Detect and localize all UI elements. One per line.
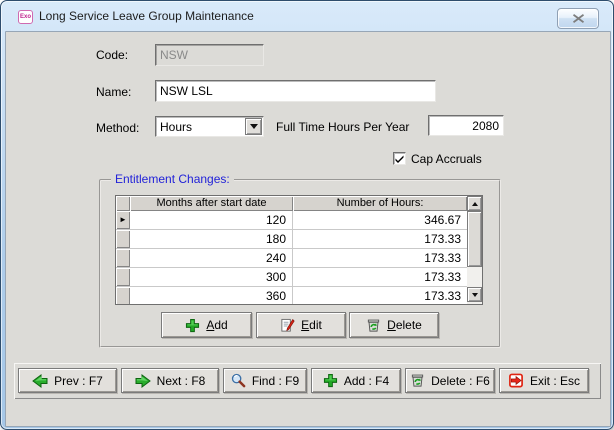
hours-column-header[interactable]: Number of Hours:	[293, 196, 467, 211]
scroll-up-button[interactable]	[467, 196, 482, 211]
scroll-down-button[interactable]	[467, 287, 482, 302]
toolbar-delete-button-label: Delete : F6	[431, 373, 490, 388]
cell-number-of-hours[interactable]: 346.67	[293, 211, 467, 229]
indicator-column-header	[116, 196, 130, 211]
find-button[interactable]: Find : F9	[223, 368, 307, 393]
cell-months-after-start[interactable]: 180	[130, 230, 293, 248]
exit-button[interactable]: Exit : Esc	[499, 368, 589, 393]
full-time-hours-label: Full Time Hours Per Year	[276, 120, 410, 134]
scrollbar-thumb[interactable]	[467, 211, 482, 267]
method-dropdown-button[interactable]	[245, 118, 262, 135]
row-indicator	[116, 249, 130, 267]
table-row[interactable]: 240 173.33	[116, 249, 482, 268]
name-field[interactable]: NSW LSL	[155, 80, 436, 102]
method-label: Method:	[96, 121, 140, 135]
cell-number-of-hours[interactable]: 173.33	[293, 249, 467, 267]
prev-button-label: Prev : F7	[54, 373, 103, 388]
toolbar-add-button-label: Add : F4	[343, 373, 390, 388]
close-button[interactable]	[557, 8, 599, 29]
row-indicator	[116, 268, 130, 286]
close-icon	[572, 14, 584, 23]
chevron-down-icon	[249, 124, 258, 129]
row-indicator	[116, 230, 130, 248]
next-button[interactable]: Next : F8	[121, 368, 219, 393]
cell-number-of-hours[interactable]: 173.33	[293, 287, 467, 304]
cell-number-of-hours[interactable]: 173.33	[293, 268, 467, 286]
cell-months-after-start[interactable]: 240	[130, 249, 293, 267]
edit-button-label: Edit	[301, 318, 322, 332]
find-button-label: Find : F9	[251, 373, 300, 388]
edit-icon	[281, 318, 295, 332]
window-title: Long Service Leave Group Maintenance	[39, 9, 254, 23]
scroll-down-icon	[471, 292, 478, 297]
plus-icon	[323, 373, 337, 388]
entitlement-table-body: ► 120 346.67 180 173.33 240 173.33 300 173.33 360…	[116, 211, 482, 304]
entitlement-table[interactable]: Months after start date Number of Hours:…	[115, 195, 483, 305]
table-scrollbar[interactable]	[467, 196, 482, 304]
current-row-indicator: ►	[116, 211, 130, 229]
arrow-left-icon	[32, 373, 48, 388]
method-value: Hours	[160, 120, 193, 134]
entitlement-group-label: Entitlement Changes:	[111, 172, 234, 186]
code-label: Code:	[96, 48, 129, 62]
next-button-label: Next : F8	[156, 373, 206, 388]
add-button-label: Add	[206, 318, 228, 332]
months-column-header[interactable]: Months after start date	[130, 196, 293, 211]
edit-button[interactable]: Edit	[256, 312, 346, 338]
method-dropdown[interactable]: Hours	[155, 116, 264, 137]
add-button[interactable]: Add	[161, 312, 252, 338]
row-indicator	[116, 287, 130, 304]
exit-button-label: Exit : Esc	[529, 373, 580, 388]
exit-icon	[509, 373, 523, 388]
cell-months-after-start[interactable]: 120	[130, 211, 293, 229]
toolbar-delete-button[interactable]: Delete : F6	[405, 368, 495, 393]
table-row[interactable]: 360 173.33	[116, 287, 482, 304]
table-header-row: Months after start date Number of Hours:	[116, 196, 482, 211]
cell-months-after-start[interactable]: 360	[130, 287, 293, 304]
scroll-up-icon	[471, 201, 478, 206]
dialog-window: Exo Long Service Leave Group Maintenance…	[0, 0, 614, 430]
name-label: Name:	[96, 85, 132, 99]
code-field: NSW	[155, 44, 264, 66]
cap-accruals-label: Cap Accruals	[411, 152, 482, 166]
plus-icon	[186, 318, 200, 332]
app-icon: Exo	[18, 10, 33, 24]
arrow-right-icon	[135, 373, 151, 388]
toolbar-add-button[interactable]: Add : F4	[311, 368, 401, 393]
cell-number-of-hours[interactable]: 173.33	[293, 230, 467, 248]
trash-icon	[412, 374, 424, 387]
trash-icon	[368, 319, 380, 332]
table-row[interactable]: ► 120 346.67	[116, 211, 482, 230]
checkmark-icon	[395, 155, 404, 163]
full-time-hours-field[interactable]: 2080	[428, 115, 504, 136]
prev-button[interactable]: Prev : F7	[18, 368, 117, 393]
delete-button-label: Delete	[387, 318, 422, 332]
title-bar[interactable]: Exo Long Service Leave Group Maintenance	[1, 1, 613, 31]
cell-months-after-start[interactable]: 300	[130, 268, 293, 286]
delete-button[interactable]: Delete	[349, 312, 439, 338]
entitlement-groupbox: Entitlement Changes: Months after start …	[99, 172, 501, 348]
search-icon	[231, 373, 246, 388]
table-row[interactable]: 180 173.33	[116, 230, 482, 249]
table-row[interactable]: 300 173.33	[116, 268, 482, 287]
cap-accruals-checkbox[interactable]	[393, 152, 406, 165]
